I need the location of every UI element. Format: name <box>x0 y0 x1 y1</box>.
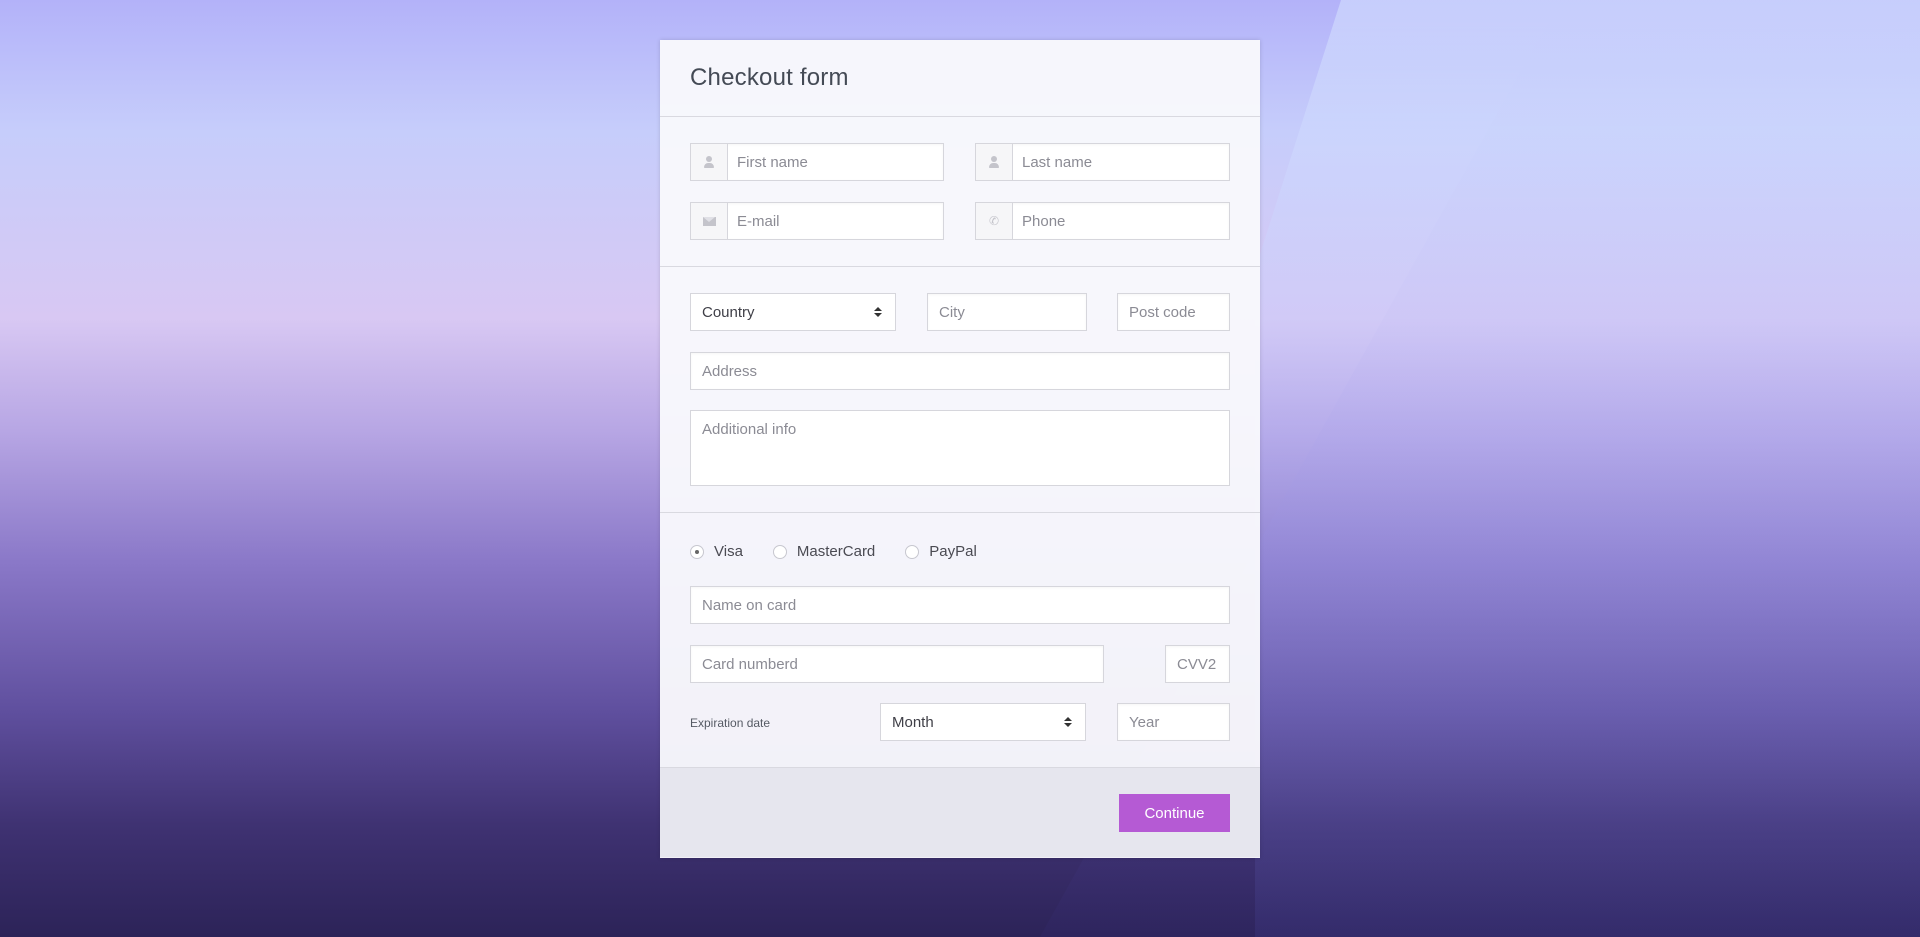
first-name-placeholder: First name <box>737 153 808 171</box>
month-select-value: Month <box>892 713 934 731</box>
name-on-card-field[interactable]: Name on card <box>690 586 1230 624</box>
last-name-placeholder: Last name <box>1022 153 1093 171</box>
phone-icon: ✆ <box>988 214 1000 228</box>
cvv-placeholder: CVV2 <box>1177 655 1217 673</box>
payment-section: Visa MasterCard PayPal Name on card Card… <box>660 513 1260 768</box>
envelope-icon <box>702 216 716 226</box>
city-placeholder: City <box>939 303 965 321</box>
payment-method-visa[interactable]: Visa <box>690 543 743 560</box>
card-number-placeholder: Card numberd <box>702 655 798 673</box>
city-field[interactable]: City <box>927 293 1087 331</box>
phone-placeholder: Phone <box>1022 212 1066 230</box>
first-name-addon <box>691 144 728 180</box>
payment-method-mastercard[interactable]: MasterCard <box>772 543 876 560</box>
select-caret-icon <box>1063 717 1073 727</box>
last-name-addon <box>976 144 1013 180</box>
payment-method-label: Visa <box>714 543 743 560</box>
card-header: Checkout form <box>660 40 1260 117</box>
page-title: Checkout form <box>690 64 849 91</box>
user-icon <box>988 156 1000 168</box>
year-field[interactable]: Year <box>1117 703 1230 741</box>
last-name-field[interactable]: Last name <box>975 143 1230 181</box>
phone-addon: ✆ <box>976 203 1013 239</box>
phone-field[interactable]: ✆ Phone <box>975 202 1230 240</box>
radio-checked-icon[interactable] <box>690 544 704 559</box>
payment-method-label: PayPal <box>929 543 977 560</box>
payment-method-label: MasterCard <box>796 543 876 560</box>
email-placeholder: E-mail <box>737 212 780 230</box>
email-field[interactable]: E-mail <box>690 202 944 240</box>
country-select-value: Country <box>702 303 755 321</box>
address-section: Country City Post code Address Additiona… <box>660 267 1260 513</box>
address-placeholder: Address <box>702 362 758 380</box>
card-footer: Continue <box>660 768 1260 857</box>
country-select[interactable]: Country <box>690 293 896 331</box>
additional-info-textarea[interactable]: Additional info <box>690 410 1230 486</box>
background-glare <box>1255 0 1920 937</box>
first-name-field[interactable]: First name <box>690 143 944 181</box>
card-number-field[interactable]: Card numberd <box>690 645 1104 683</box>
cvv-field[interactable]: CVV2 <box>1165 645 1230 683</box>
name-on-card-placeholder: Name on card <box>702 596 797 614</box>
email-addon <box>691 203 728 239</box>
month-select[interactable]: Month <box>880 703 1086 741</box>
address-field[interactable]: Address <box>690 352 1230 390</box>
select-caret-icon <box>873 307 883 317</box>
year-placeholder: Year <box>1129 713 1160 731</box>
checkout-card: Checkout form First name Last name E-mai… <box>660 40 1260 858</box>
payment-method-group: Visa MasterCard PayPal <box>690 543 1007 560</box>
user-icon <box>703 156 715 168</box>
radio-unchecked-icon[interactable] <box>772 544 787 559</box>
contact-section: First name Last name E-mail ✆ Phone <box>660 117 1260 267</box>
expiration-date-label: Expiration date <box>690 716 771 730</box>
additional-info-placeholder: Additional info <box>702 421 797 438</box>
continue-button[interactable]: Continue <box>1119 794 1230 832</box>
postcode-field[interactable]: Post code <box>1117 293 1230 331</box>
radio-unchecked-icon[interactable] <box>905 544 920 559</box>
postcode-placeholder: Post code <box>1129 303 1196 321</box>
payment-method-paypal[interactable]: PayPal <box>905 543 977 560</box>
